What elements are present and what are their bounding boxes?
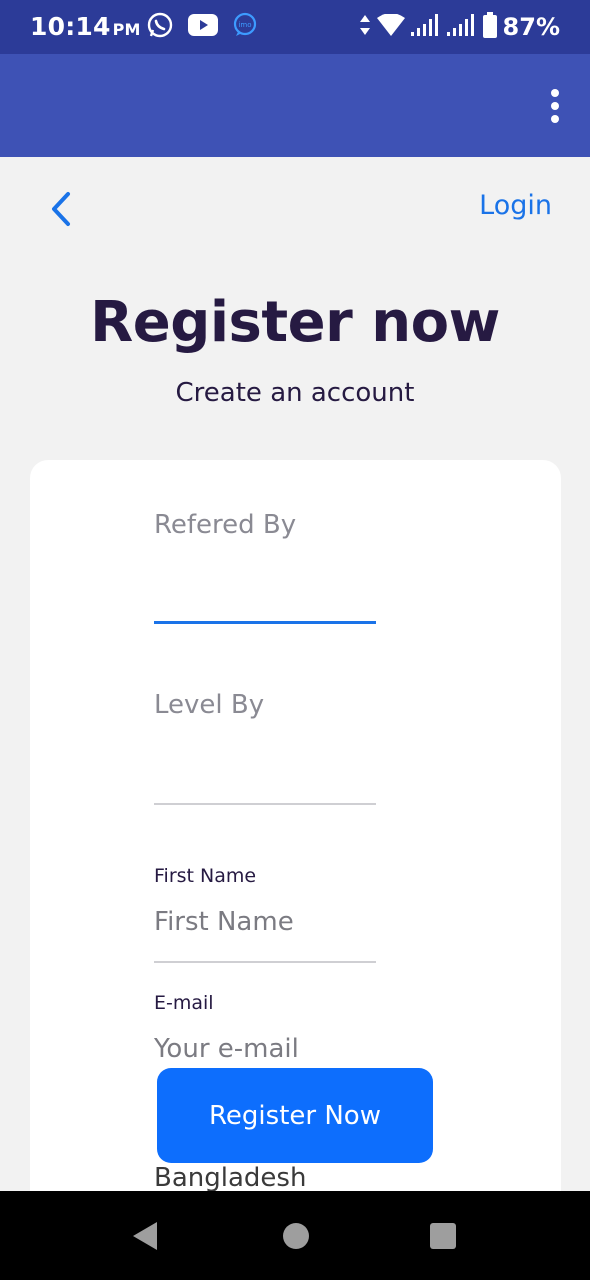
email-input[interactable]: Your e-mail bbox=[154, 1034, 299, 1064]
login-link[interactable]: Login bbox=[479, 190, 552, 221]
refered-by-placeholder: Refered By bbox=[154, 510, 297, 540]
first-name-underline bbox=[154, 961, 376, 963]
home-circle-icon[interactable] bbox=[282, 1211, 310, 1261]
level-by-underline bbox=[154, 803, 376, 805]
chevron-left-icon[interactable] bbox=[46, 190, 76, 228]
signal-icon bbox=[446, 14, 477, 40]
youtube-icon bbox=[188, 14, 218, 40]
notification-icons: imo bbox=[146, 12, 258, 42]
refered-by-underline bbox=[154, 621, 376, 624]
level-by-placeholder: Level By bbox=[154, 690, 265, 720]
wifi-icon bbox=[376, 13, 405, 40]
email-field[interactable]: E-mail Your e-mail bbox=[154, 992, 376, 1072]
clock-time: 10:14 bbox=[30, 12, 111, 41]
data-arrows-icon bbox=[359, 13, 371, 41]
svg-text:imo: imo bbox=[238, 21, 251, 29]
first-name-field[interactable]: First Name First Name bbox=[154, 865, 376, 965]
system-icons: 87% bbox=[359, 11, 560, 43]
register-now-button[interactable]: Register Now bbox=[157, 1068, 433, 1163]
page-title: Register now bbox=[90, 290, 500, 355]
battery-percent: 87% bbox=[502, 13, 560, 41]
signal-icon bbox=[410, 14, 441, 40]
status-bar: 10:14 PM imo 87% bbox=[0, 0, 590, 54]
country-value[interactable]: Bangladesh bbox=[154, 1163, 306, 1193]
clock-ampm: PM bbox=[112, 20, 141, 39]
system-nav-bar bbox=[0, 1191, 590, 1280]
imo-icon: imo bbox=[232, 12, 258, 42]
back-triangle-icon[interactable] bbox=[130, 1211, 160, 1261]
email-label: E-mail bbox=[154, 992, 214, 1014]
status-time: 10:14 PM bbox=[30, 12, 141, 41]
recents-square-icon[interactable] bbox=[428, 1211, 458, 1261]
refered-by-field[interactable]: Refered By bbox=[154, 510, 376, 628]
whatsapp-icon bbox=[146, 11, 174, 43]
more-vert-icon[interactable] bbox=[548, 88, 562, 124]
first-name-label: First Name bbox=[154, 865, 257, 887]
app-bar bbox=[0, 54, 590, 157]
page-subtitle: Create an account bbox=[175, 378, 415, 408]
first-name-input[interactable]: First Name bbox=[154, 907, 294, 937]
battery-icon bbox=[482, 12, 497, 42]
level-by-field[interactable]: Level By bbox=[154, 690, 376, 808]
